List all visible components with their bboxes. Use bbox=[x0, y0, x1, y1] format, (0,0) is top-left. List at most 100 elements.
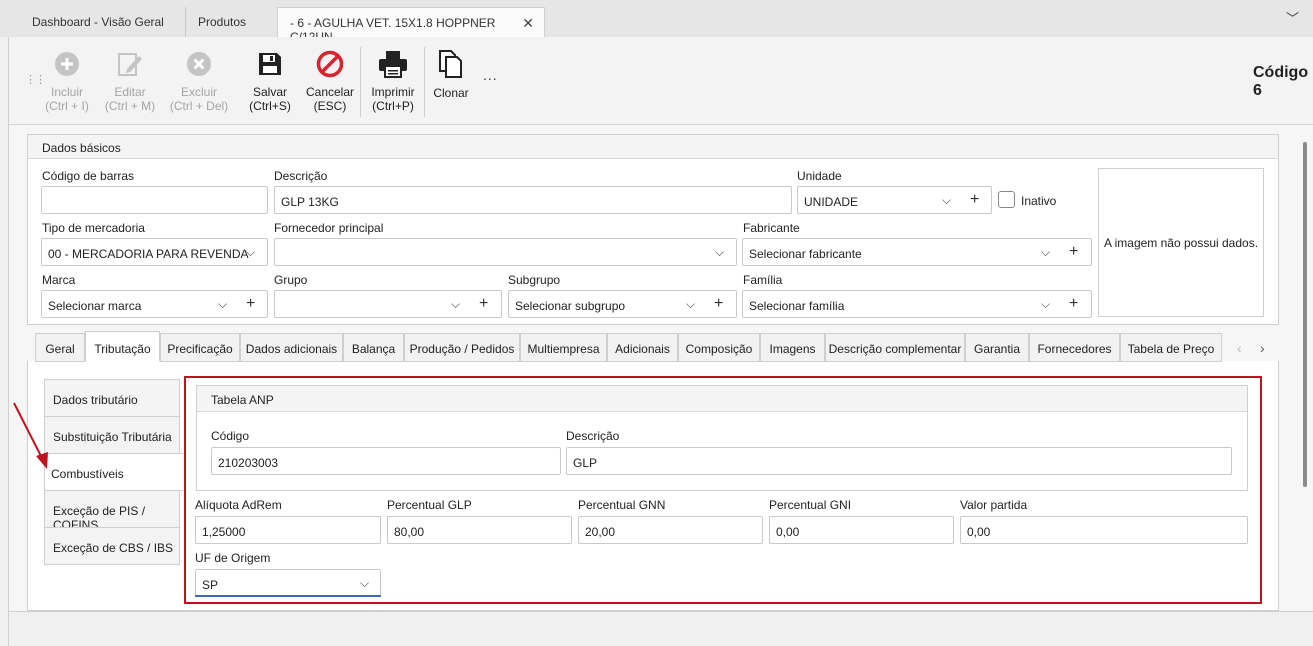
add-icon[interactable]: + bbox=[479, 295, 488, 313]
add-icon[interactable]: + bbox=[970, 191, 979, 209]
tipo-mercadoria-select[interactable]: 00 - MERCADORIA PARA REVENDA ⌵ bbox=[41, 238, 268, 266]
chevron-left-icon[interactable]: ‹ bbox=[1237, 340, 1242, 356]
codigo-barras-input[interactable] bbox=[41, 186, 268, 214]
familia-value: Selecionar família bbox=[749, 299, 845, 313]
chevron-right-icon[interactable]: › bbox=[1260, 340, 1265, 356]
editar-button[interactable]: Editar (Ctrl + M) bbox=[102, 49, 158, 113]
fornecedor-select[interactable]: ⌵ bbox=[274, 238, 737, 266]
fabricante-value: Selecionar fabricante bbox=[749, 247, 862, 261]
codigo-barras-label: Código de barras bbox=[42, 169, 135, 183]
tab-balanca[interactable]: Balança bbox=[343, 333, 404, 362]
chevron-down-icon: ⌵ bbox=[1041, 297, 1051, 311]
product-code-header: Código 6 bbox=[1253, 64, 1308, 100]
clonar-button[interactable]: Clonar bbox=[429, 49, 473, 100]
subgrupo-label: Subgrupo bbox=[508, 273, 561, 287]
unidade-value: UNIDADE bbox=[804, 195, 859, 209]
editar-shortcut: (Ctrl + M) bbox=[104, 99, 156, 113]
delete-circle-icon bbox=[187, 52, 211, 76]
add-icon[interactable]: + bbox=[1069, 295, 1078, 313]
grupo-label: Grupo bbox=[274, 273, 308, 287]
chevron-down-icon: ⌵ bbox=[360, 576, 370, 590]
clonar-label: Clonar bbox=[433, 86, 469, 100]
unidade-select[interactable]: UNIDADE ⌵ + bbox=[797, 186, 992, 214]
tipo-mercadoria-label: Tipo de mercadoria bbox=[42, 221, 145, 235]
fabricante-label: Fabricante bbox=[743, 221, 800, 235]
incluir-label: Incluir bbox=[50, 85, 83, 99]
anp-descricao-input[interactable]: GLP bbox=[566, 447, 1232, 475]
tab-dados-adicionais[interactable]: Dados adicionais bbox=[240, 333, 343, 362]
tab-produtos[interactable]: Produtos bbox=[185, 7, 277, 37]
chevron-down-icon: ⌵ bbox=[686, 297, 696, 311]
tab-multiempresa[interactable]: Multiempresa bbox=[520, 333, 607, 362]
tipo-mercadoria-value: 00 - MERCADORIA PARA REVENDA bbox=[48, 247, 249, 261]
anp-codigo-input[interactable]: 210203003 bbox=[211, 447, 561, 475]
percentual-gni-input[interactable]: 0,00 bbox=[769, 516, 954, 544]
grupo-select[interactable]: ⌵ + bbox=[274, 290, 502, 318]
tab-descricao-complementar[interactable]: Descrição complementar bbox=[825, 333, 965, 362]
familia-select[interactable]: Selecionar família ⌵ + bbox=[742, 290, 1092, 318]
more-button[interactable]: ... bbox=[483, 67, 498, 83]
tab-tributacao[interactable]: Tributação bbox=[85, 331, 160, 362]
tab-imagens[interactable]: Imagens bbox=[760, 333, 825, 362]
tab-geral[interactable]: Geral bbox=[35, 333, 85, 362]
tab-adicionais[interactable]: Adicionais bbox=[607, 333, 678, 362]
cancelar-button[interactable]: Cancelar (ESC) bbox=[301, 49, 359, 113]
tab-fornecedores[interactable]: Fornecedores bbox=[1029, 333, 1120, 362]
marca-select[interactable]: Selecionar marca ⌵ + bbox=[41, 290, 268, 318]
document-tab-bar: Dashboard - Visão Geral Produtos - 6 - A… bbox=[0, 0, 1313, 44]
chevron-down-icon: ⌵ bbox=[1041, 245, 1051, 259]
salvar-button[interactable]: Salvar (Ctrl+S) bbox=[245, 49, 295, 113]
aliquota-input[interactable]: 1,25000 bbox=[195, 516, 381, 544]
codigo-label: Código bbox=[1253, 64, 1309, 81]
image-placeholder-text: A imagem não possui dados. bbox=[1103, 235, 1259, 250]
incluir-button[interactable]: Incluir (Ctrl + I) bbox=[41, 49, 93, 113]
percentual-glp-input[interactable]: 80,00 bbox=[387, 516, 572, 544]
tab-producao-pedidos[interactable]: Produção / Pedidos bbox=[404, 333, 520, 362]
valor-partida-input[interactable]: 0,00 bbox=[960, 516, 1248, 544]
excluir-shortcut: (Ctrl + Del) bbox=[169, 99, 229, 113]
tab-composicao[interactable]: Composição bbox=[678, 333, 760, 362]
fabricante-select[interactable]: Selecionar fabricante ⌵ + bbox=[742, 238, 1092, 266]
tab-garantia[interactable]: Garantia bbox=[965, 333, 1029, 362]
add-icon[interactable]: + bbox=[1069, 243, 1078, 261]
cancel-icon bbox=[316, 50, 344, 78]
anp-codigo-label: Código bbox=[211, 429, 250, 443]
side-tab-excecao-cbs-ibs[interactable]: Exceção de CBS / IBS bbox=[44, 527, 180, 565]
percentual-gnn-input[interactable]: 20,00 bbox=[578, 516, 763, 544]
side-tab-dados-tributario[interactable]: Dados tributário bbox=[44, 379, 180, 417]
add-icon[interactable]: + bbox=[714, 295, 723, 313]
add-icon[interactable]: + bbox=[246, 295, 255, 313]
editar-label: Editar bbox=[114, 85, 146, 99]
side-tab-substituicao-tributaria[interactable]: Substituição Tributária bbox=[44, 416, 180, 454]
plus-circle-icon bbox=[55, 52, 79, 76]
focus-underline bbox=[195, 595, 381, 597]
chevron-down-icon: ⌵ bbox=[218, 297, 228, 311]
descricao-label: Descrição bbox=[274, 169, 328, 183]
descricao-input[interactable]: GLP 13KG bbox=[274, 186, 792, 214]
inativo-checkbox[interactable] bbox=[998, 191, 1015, 208]
tab-dashboard[interactable]: Dashboard - Visão Geral bbox=[20, 7, 186, 37]
annotation-arrow-icon bbox=[13, 402, 48, 469]
cancelar-shortcut: (ESC) bbox=[313, 99, 347, 113]
subgrupo-value: Selecionar subgrupo bbox=[515, 299, 626, 313]
subgrupo-select[interactable]: Selecionar subgrupo ⌵ + bbox=[508, 290, 737, 318]
tab-product-6[interactable]: - 6 - AGULHA VET. 15X1.8 HOPPNER C/12UN … bbox=[277, 7, 545, 44]
uf-origem-select[interactable]: SP ⌵ bbox=[195, 569, 381, 597]
salvar-label: Salvar bbox=[252, 85, 287, 99]
vertical-scrollbar[interactable] bbox=[1303, 142, 1307, 487]
valor-partida-label: Valor partida bbox=[960, 498, 1028, 512]
tab-precificacao[interactable]: Precificação bbox=[160, 333, 240, 362]
chevron-down-icon: ⌵ bbox=[246, 245, 256, 259]
chevron-down-icon: ⌵ bbox=[451, 297, 461, 311]
percentual-glp-label: Percentual GLP bbox=[387, 498, 472, 512]
side-tab-excecao-pis-cofins[interactable]: Exceção de PIS / COFINS bbox=[44, 490, 180, 532]
chevron-down-icon[interactable]: ﹀ bbox=[1286, 8, 1299, 27]
close-icon[interactable]: ✕ bbox=[522, 15, 534, 32]
tab-tabela-preco[interactable]: Tabela de Preço bbox=[1120, 333, 1222, 362]
tabela-anp-title: Tabela ANP bbox=[197, 386, 1247, 412]
inativo-label: Inativo bbox=[1021, 194, 1057, 208]
excluir-button[interactable]: Excluir (Ctrl + Del) bbox=[167, 49, 231, 113]
side-tab-combustiveis[interactable]: Combustíveis bbox=[44, 453, 184, 491]
product-image[interactable]: A imagem não possui dados. bbox=[1098, 168, 1264, 317]
imprimir-button[interactable]: Imprimir (Ctrl+P) bbox=[367, 49, 419, 113]
